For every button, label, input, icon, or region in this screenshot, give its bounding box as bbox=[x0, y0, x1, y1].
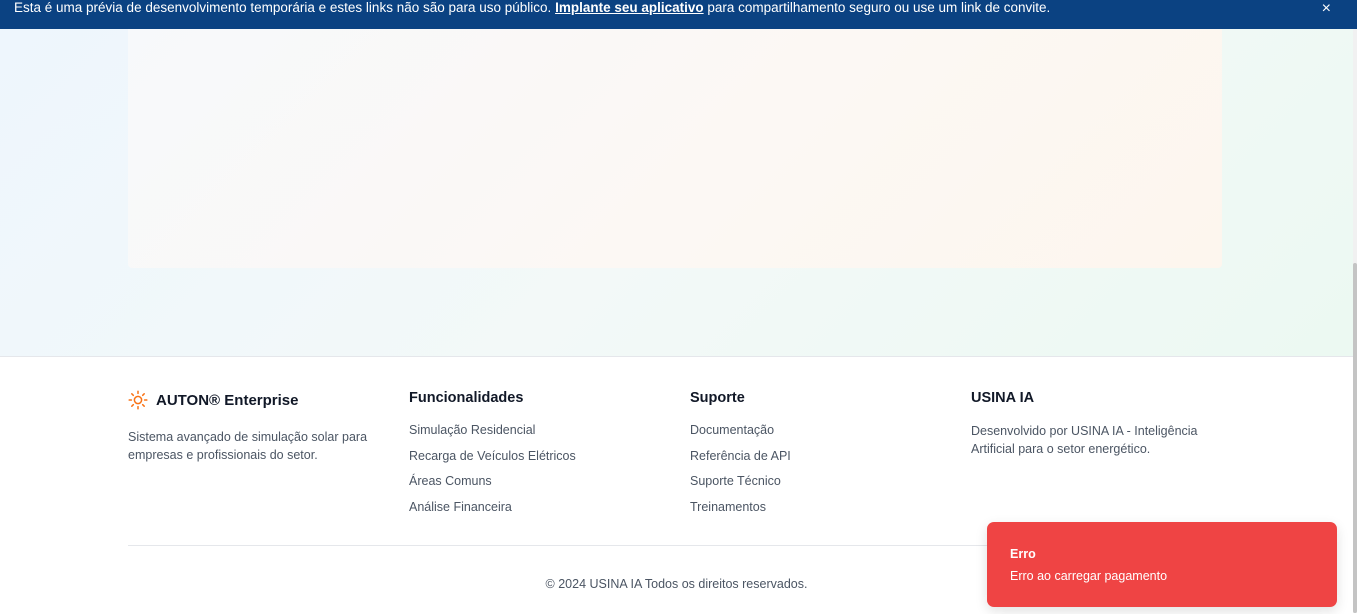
dev-preview-banner: Esta é uma prévia de desenvolvimento tem… bbox=[0, 0, 1357, 29]
support-link-treinamentos[interactable]: Treinamentos bbox=[690, 499, 791, 525]
brand-logo: AUTON® Enterprise bbox=[128, 388, 388, 412]
footer-features: Funcionalidades Simulação Residencial Re… bbox=[409, 387, 649, 514]
toast-title: Erro bbox=[1010, 547, 1036, 561]
feature-link-simulacao-residencial[interactable]: Simulação Residencial bbox=[409, 422, 576, 448]
banner-text-before: Esta é uma prévia de desenvolvimento tem… bbox=[14, 0, 556, 15]
hero-card bbox=[128, 29, 1222, 268]
feature-link-recarga-veiculos[interactable]: Recarga de Veículos Elétricos bbox=[409, 448, 576, 474]
footer-usina: USINA IA Desenvolvido por USINA IA - Int… bbox=[971, 387, 1231, 456]
footer-support: Suporte Documentação Referência de API S… bbox=[690, 387, 930, 514]
support-link-documentacao[interactable]: Documentação bbox=[690, 422, 791, 448]
brand-description: Sistema avançado de simulação solar para… bbox=[128, 430, 368, 462]
support-link-referencia-api[interactable]: Referência de API bbox=[690, 448, 791, 474]
feature-link-areas-comuns[interactable]: Áreas Comuns bbox=[409, 473, 576, 499]
banner-text: Esta é uma prévia de desenvolvimento tem… bbox=[14, 0, 1050, 16]
sun-icon bbox=[128, 390, 148, 410]
scrollbar-thumb[interactable] bbox=[1353, 263, 1357, 613]
support-heading: Suporte bbox=[690, 390, 745, 406]
support-list: Documentação Referência de API Suporte T… bbox=[690, 422, 791, 524]
hero-section bbox=[0, 29, 1353, 356]
feature-link-analise-financeira[interactable]: Análise Financeira bbox=[409, 499, 576, 525]
features-heading: Funcionalidades bbox=[409, 390, 524, 406]
banner-text-after: para compartilhamento seguro ou use um l… bbox=[703, 0, 1051, 15]
footer-brand: AUTON® Enterprise Sistema avançado de si… bbox=[128, 387, 388, 462]
close-icon[interactable]: × bbox=[1322, 1, 1331, 17]
usina-description: Desenvolvido por USINA IA - Inteligência… bbox=[971, 424, 1198, 456]
deploy-app-link[interactable]: Implante seu aplicativo bbox=[555, 0, 704, 15]
usina-heading: USINA IA bbox=[971, 390, 1035, 406]
scrollbar[interactable] bbox=[1353, 29, 1357, 613]
support-link-suporte-tecnico[interactable]: Suporte Técnico bbox=[690, 473, 791, 499]
brand-name: AUTON® Enterprise bbox=[156, 391, 299, 409]
features-list: Simulação Residencial Recarga de Veículo… bbox=[409, 422, 576, 524]
toast-message: Erro ao carregar pagamento bbox=[1010, 569, 1168, 583]
error-toast[interactable]: Erro Erro ao carregar pagamento bbox=[987, 522, 1337, 607]
